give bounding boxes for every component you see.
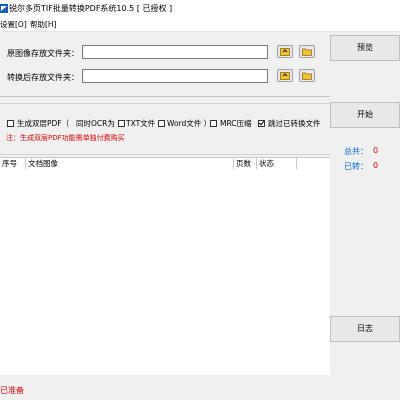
source-folder-label: 原图像存放文件夹： <box>7 49 79 58</box>
target-folder-input[interactable] <box>82 69 268 83</box>
total-value: 0 <box>373 146 379 155</box>
folder-icon <box>302 48 312 56</box>
menu-settings[interactable]: 设置[O] <box>0 19 27 30</box>
folder-open-icon <box>280 72 290 80</box>
col-index[interactable]: 序号 <box>0 158 26 169</box>
col-document[interactable]: 文档图像 <box>26 158 234 169</box>
folder-panel <box>0 32 330 97</box>
folder-icon <box>302 72 312 80</box>
mrc-checkbox[interactable] <box>210 120 217 127</box>
mrc-label: MRC压缩 <box>220 119 252 128</box>
txt-option[interactable]: TXT文件 <box>126 118 168 129</box>
ocr-checkbox[interactable] <box>117 120 125 127</box>
col-status[interactable]: 状态 <box>257 158 297 169</box>
options-panel <box>0 103 330 155</box>
skip-converted-label: 跳过已转换文件 <box>268 119 321 128</box>
ocr-option[interactable]: 同时OCR为 <box>76 118 128 129</box>
double-layer-pdf-option[interactable]: 生成双层PDF（ <box>7 118 69 129</box>
title-bar: 锐尔多页TIF批量转换PDF系统10.5 [ 已授权 ] <box>0 0 400 17</box>
converted-value: 0 <box>373 161 379 170</box>
status-text: 已准备 <box>0 386 24 395</box>
total-label: 总共： <box>344 147 368 156</box>
menu-bar: 设置[O] 帮助[H] <box>0 17 400 32</box>
folder-open-icon <box>280 48 290 56</box>
source-browse-button[interactable] <box>299 45 315 58</box>
txt-label: TXT文件 <box>126 119 156 128</box>
word-label: Word文件 ） <box>167 119 212 128</box>
double-layer-note: 注：生成双层PDF功能需单独付费购买 <box>6 134 125 142</box>
start-button[interactable]: 开始 <box>330 102 400 128</box>
menu-help[interactable]: 帮助[H] <box>30 19 57 30</box>
target-folder-label: 转换后存放文件夹： <box>7 73 79 82</box>
app-icon <box>0 4 8 13</box>
target-browse-button[interactable] <box>299 69 315 82</box>
double-layer-pdf-checkbox[interactable] <box>7 120 14 127</box>
window-title: 锐尔多页TIF批量转换PDF系统10.5 [ 已授权 ] <box>9 4 173 13</box>
ocr-label: 同时OCR为 <box>76 119 115 128</box>
source-folder-input[interactable] <box>82 45 268 59</box>
preview-button[interactable]: 预览 <box>330 35 400 61</box>
file-table-body[interactable] <box>0 169 330 375</box>
skip-converted-checkbox[interactable] <box>258 120 265 127</box>
word-option[interactable]: Word文件 ） <box>167 118 211 129</box>
mrc-option[interactable]: MRC压缩 <box>210 118 252 129</box>
txt-checkbox[interactable] <box>158 120 166 127</box>
source-open-button[interactable] <box>277 45 293 58</box>
converted-label: 已转： <box>344 162 368 171</box>
target-open-button[interactable] <box>277 69 293 82</box>
double-layer-pdf-label: 生成双层PDF（ <box>17 119 70 128</box>
col-pages[interactable]: 页数 <box>234 158 257 169</box>
log-button[interactable]: 日志 <box>330 316 400 342</box>
skip-converted-option[interactable]: 跳过已转换文件 <box>258 118 321 129</box>
